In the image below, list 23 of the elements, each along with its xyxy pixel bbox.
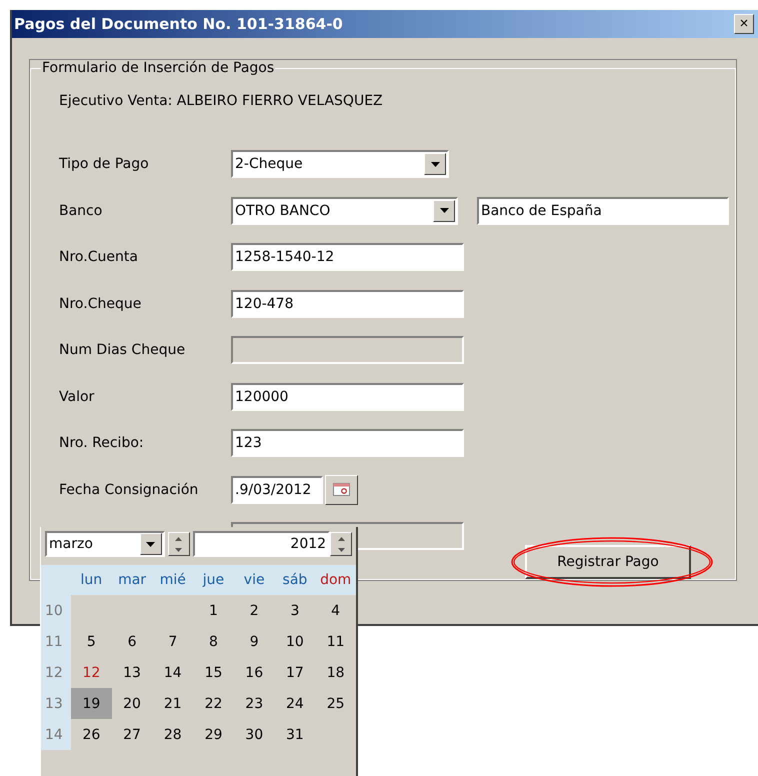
group-title: Formulario de Inserción de Pagos: [41, 60, 276, 76]
field-label: Tipo de Pago: [59, 156, 150, 172]
weekday-label: jue: [202, 572, 226, 588]
week-number: 11: [41, 626, 71, 657]
field-label: Fecha Consignación: [59, 482, 200, 498]
field-label: Nro.Cheque: [59, 296, 142, 312]
week-number: 12: [41, 657, 71, 688]
week-number: 10: [41, 595, 71, 626]
weekday-label: vie: [242, 572, 266, 588]
weekday-label: lun: [80, 572, 104, 588]
field-label: Nro. Recibo:: [59, 435, 145, 452]
window-title: Pagos del Documento No. 101-31864-0: [14, 15, 343, 33]
weekday-label: sáb: [282, 572, 308, 588]
weekday-label: mié: [158, 572, 187, 588]
field-label: Nro.Cuenta: [59, 249, 139, 266]
executive-text: Ejecutivo Venta: ALBEIRO FIERRO VELASQUEZ: [59, 92, 384, 111]
week-number: 13: [41, 688, 71, 719]
field-label: Valor: [59, 388, 96, 405]
field-label: Banco: [59, 202, 104, 219]
week-number: 14: [41, 719, 71, 750]
weekday-label: mar: [117, 572, 148, 588]
field-label: Num Dias Cheque: [59, 342, 186, 358]
weekday-label: dom: [319, 572, 352, 588]
